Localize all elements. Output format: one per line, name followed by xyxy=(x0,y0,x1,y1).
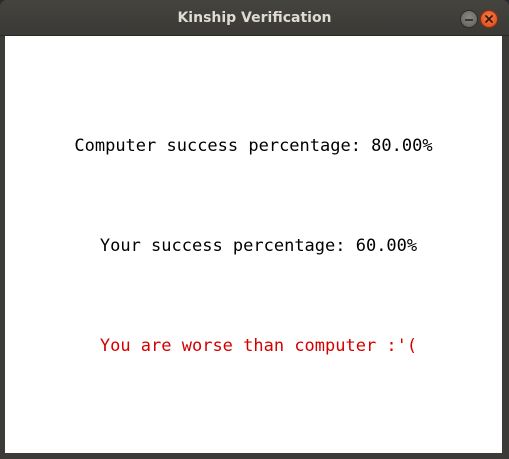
title-bar[interactable]: Kinship Verification xyxy=(0,0,509,36)
close-icon xyxy=(485,15,493,23)
computer-success-label: Computer success percentage: 80.00% xyxy=(74,136,433,156)
results-panel: Computer success percentage: 80.00% Your… xyxy=(5,36,502,453)
window-title: Kinship Verification xyxy=(177,10,332,26)
minimize-button[interactable] xyxy=(460,10,478,28)
user-success-label: Your success percentage: 60.00% xyxy=(99,236,418,256)
app-window: Kinship Verification Computer success pe… xyxy=(0,0,509,459)
minimize-icon xyxy=(465,19,473,21)
verdict-message: You are worse than computer :'( xyxy=(99,336,418,356)
close-button[interactable] xyxy=(480,10,498,28)
